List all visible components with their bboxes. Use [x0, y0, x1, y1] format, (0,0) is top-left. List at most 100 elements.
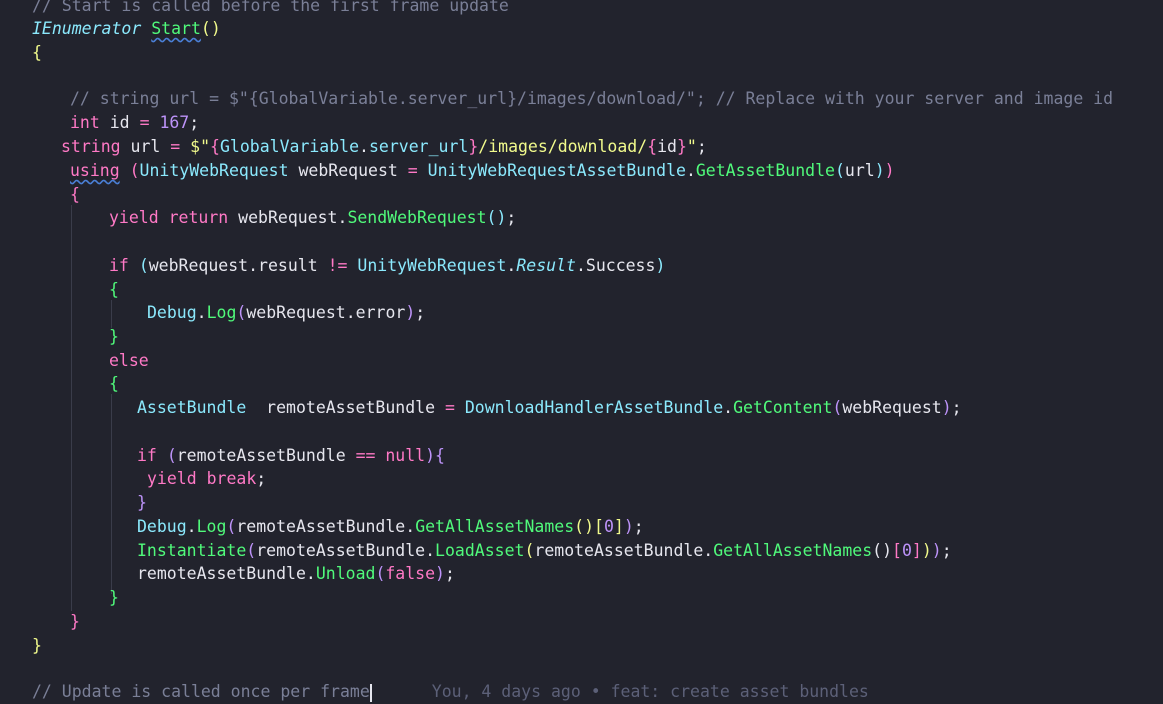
code-token: == — [355, 446, 376, 465]
code-line[interactable]: { — [32, 41, 42, 65]
code-line[interactable]: if (remoteAssetBundle == null){ — [137, 444, 445, 468]
code-token: { — [109, 280, 119, 299]
code-token: () — [200, 19, 221, 38]
code-token: url — [120, 137, 171, 156]
code-token: } — [676, 137, 687, 156]
code-token: AssetBundle — [137, 398, 247, 417]
code-token: remoteAssetBundle — [137, 564, 306, 583]
code-line[interactable]: AssetBundle remoteAssetBundle = Download… — [137, 396, 962, 420]
code-token: // Update is called once per frame — [32, 682, 370, 701]
code-line[interactable]: Debug.Log(remoteAssetBundle.GetAllAssetN… — [137, 515, 644, 539]
code-line[interactable]: // string url = $"{GlobalVariable.server… — [70, 87, 1113, 111]
code-token: . — [425, 541, 436, 560]
code-token: ){ — [425, 446, 445, 465]
code-token: 167 — [159, 113, 190, 132]
code-token: ; — [189, 113, 200, 132]
code-line[interactable]: yield return webRequest.SendWebRequest()… — [109, 206, 516, 230]
code-token: webRequest — [148, 256, 249, 275]
code-line[interactable]: { — [70, 183, 80, 207]
code-token: url — [844, 161, 875, 180]
code-token: ) — [921, 541, 932, 560]
code-line[interactable]: if (webRequest.result != UnityWebRequest… — [109, 254, 665, 278]
code-line[interactable]: Instantiate(remoteAssetBundle.LoadAsset(… — [137, 539, 952, 563]
code-line[interactable]: using (UnityWebRequest webRequest = Unit… — [70, 159, 895, 183]
code-token: ) — [623, 517, 634, 536]
code-token: ; — [633, 517, 644, 536]
code-token: = — [170, 137, 181, 156]
code-token: ; — [696, 137, 707, 156]
code-token: if — [109, 256, 129, 275]
code-line[interactable]: yield break; — [147, 467, 266, 491]
code-token: // string url = $"{GlobalVariable.server… — [70, 89, 1114, 108]
code-token: ( — [129, 161, 140, 180]
code-line[interactable]: int id = 167; — [70, 111, 199, 135]
code-line[interactable]: // Update is called once per frame You, 4… — [32, 680, 869, 704]
code-line[interactable]: string url = $"{GlobalVariable.server_ur… — [61, 135, 707, 159]
code-token: SendWebRequest — [347, 208, 487, 227]
code-token: = — [444, 398, 455, 417]
code-token: GlobalVariable — [219, 137, 360, 156]
code-token: webRequest — [246, 303, 346, 322]
code-token: Start — [151, 19, 201, 38]
code-token: ) — [941, 398, 952, 417]
code-token: yield return — [109, 208, 229, 227]
code-token: } — [137, 493, 147, 512]
code-token: null — [385, 446, 426, 465]
code-token: GetAllAssetNames — [713, 541, 873, 560]
code-token: ( — [138, 256, 149, 275]
code-token: ] — [613, 517, 624, 536]
code-token: ( — [246, 541, 257, 560]
code-token: remoteAssetBundle — [256, 541, 426, 560]
code-token: ( — [226, 517, 237, 536]
code-token: ; — [506, 208, 517, 227]
code-token: () — [486, 208, 507, 227]
code-token: . — [685, 161, 696, 180]
code-token: . — [723, 398, 734, 417]
code-token: [ — [594, 517, 604, 536]
code-token: Result — [516, 256, 576, 275]
code-token: } — [109, 588, 119, 607]
code-line[interactable]: { — [109, 278, 119, 302]
code-token: DownloadHandlerAssetBundle — [464, 398, 724, 417]
code-line[interactable]: IEnumerator Start() — [32, 17, 221, 41]
code-token: Debug — [147, 303, 197, 322]
code-token: IEnumerator — [32, 19, 142, 38]
code-line[interactable]: remoteAssetBundle.Unload(false); — [137, 562, 455, 586]
code-token: remoteAssetBundle — [236, 517, 406, 536]
code-token: " — [686, 137, 697, 156]
code-token: . — [359, 137, 369, 156]
code-token: ; — [415, 303, 426, 322]
code-line[interactable]: } — [109, 325, 119, 349]
code-token: ( — [375, 564, 386, 583]
code-token: . — [345, 303, 356, 322]
code-line[interactable]: else — [109, 349, 149, 373]
code-line[interactable]: Debug.Log(webRequest.error); — [147, 301, 425, 325]
code-token: webRequest — [228, 208, 338, 227]
code-token: yield break — [147, 469, 257, 488]
code-token: webRequest — [842, 398, 942, 417]
code-line[interactable]: { — [109, 372, 119, 396]
code-token: . — [196, 303, 207, 322]
code-token: . — [248, 256, 259, 275]
code-editor[interactable]: // Start is called before the first fram… — [0, 0, 1163, 702]
code-token: result — [258, 256, 328, 275]
code-line[interactable]: } — [109, 586, 119, 610]
code-token: false — [385, 564, 436, 583]
code-token: ; — [951, 398, 962, 417]
code-token: ( — [524, 541, 535, 560]
code-line[interactable]: } — [137, 491, 147, 515]
code-token: { — [70, 185, 80, 204]
code-token: . — [305, 564, 316, 583]
code-line[interactable]: // Start is called before the first fram… — [32, 0, 509, 18]
code-line[interactable]: } — [70, 610, 80, 634]
code-token: ) — [884, 161, 895, 180]
code-token: = — [139, 113, 150, 132]
code-line[interactable]: } — [32, 634, 42, 658]
